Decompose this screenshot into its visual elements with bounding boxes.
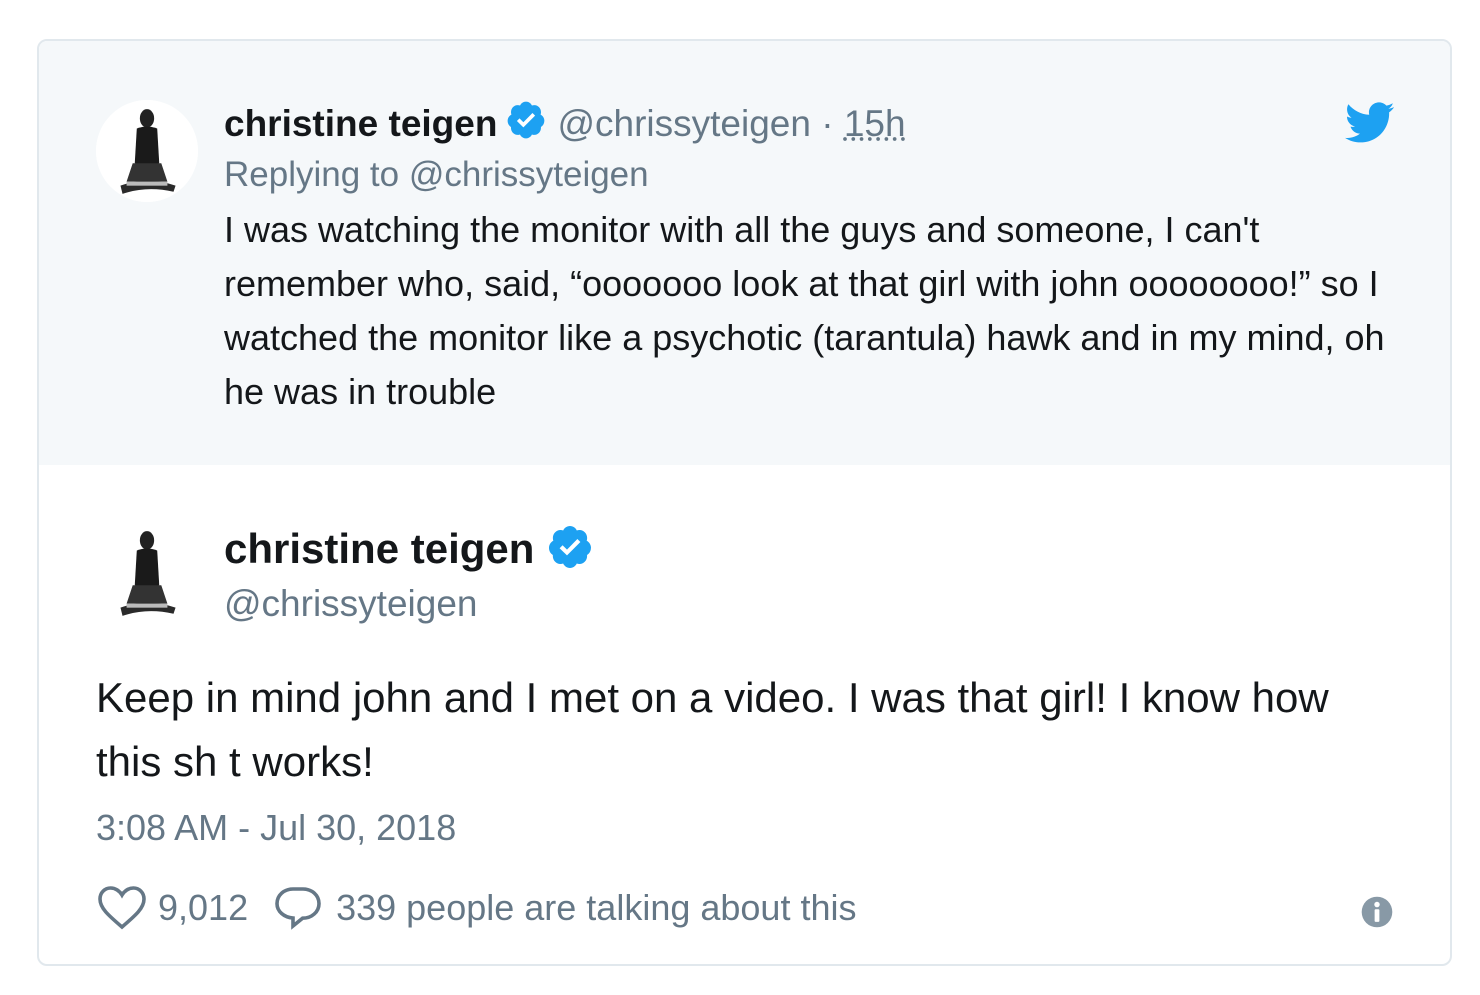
parent-author-name[interactable]: christine teigen: [224, 103, 497, 144]
profile-photo-icon: [96, 100, 198, 202]
main-tweet-timestamp[interactable]: 3:08 AM - Jul 30, 2018: [96, 803, 456, 853]
parent-author-handle[interactable]: @chrissyteigen: [557, 103, 811, 144]
heart-icon[interactable]: [96, 883, 148, 933]
header-separator: ·: [821, 103, 834, 144]
parent-tweet[interactable]: christine teigen @chrissyteigen · 15h Rep…: [39, 41, 1450, 465]
main-avatar[interactable]: [96, 522, 198, 624]
replying-to-line: Replying to @chrissyteigen: [224, 151, 649, 199]
parent-tweet-text: I was watching the monitor with all the …: [224, 209, 1385, 412]
like-count[interactable]: 9,012: [158, 887, 248, 929]
tweet-embed-card: christine teigen @chrissyteigen · 15h Rep…: [37, 39, 1452, 966]
tweet-actions: 9,012 339 people are talking about this: [96, 881, 856, 935]
replying-prefix: Replying to: [224, 155, 409, 194]
replying-mention-link[interactable]: @chrissyteigen: [409, 155, 649, 194]
parent-avatar[interactable]: [96, 100, 198, 202]
main-author-name-row: christine teigen: [224, 521, 604, 585]
main-author-handle[interactable]: @chrissyteigen: [224, 579, 478, 629]
twitter-bird-icon[interactable]: [1345, 101, 1395, 145]
parent-header: christine teigen @chrissyteigen · 15h: [224, 99, 906, 154]
speech-bubble-icon[interactable]: [272, 883, 324, 933]
parent-tweet-time[interactable]: 15h: [844, 103, 906, 144]
profile-photo-icon: [96, 522, 198, 624]
verified-badge-icon: [505, 99, 547, 154]
conversation-count-link[interactable]: 339 people are talking about this: [336, 887, 856, 929]
info-icon[interactable]: [1360, 895, 1394, 929]
main-tweet-text: Keep in mind john and I met on a video. …: [96, 674, 1329, 785]
main-author-name[interactable]: christine teigen: [224, 525, 534, 572]
verified-badge-icon: [546, 523, 594, 585]
